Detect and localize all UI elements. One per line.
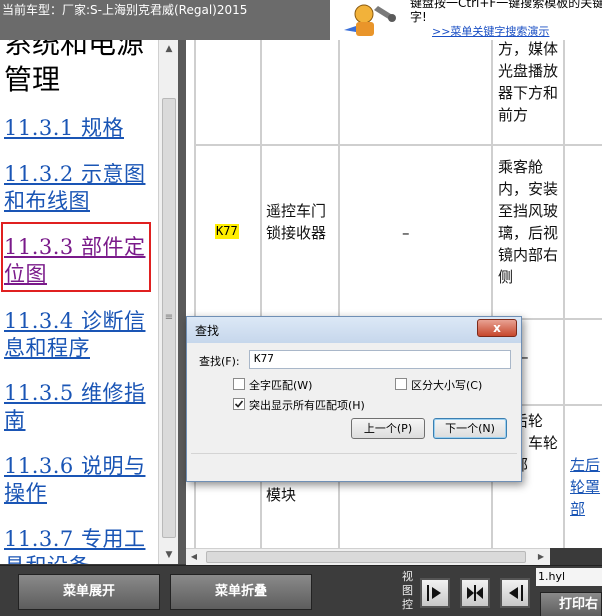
scroll-up-icon[interactable]: ▲: [159, 40, 179, 58]
highlight-all-label: 突出显示所有匹配项(H): [249, 399, 365, 412]
content-scrollbar-horizontal[interactable]: ◀ ▶: [186, 548, 550, 565]
search-demo-link[interactable]: >>菜单关键字搜索演示: [432, 23, 549, 39]
match-case-checkbox[interactable]: [395, 378, 407, 390]
search-tip-banner: 键盘按一Ctrl+F一键搜索模板的关键 字! >>菜单关键字搜索演示: [330, 0, 602, 40]
mascot-icon: [334, 0, 406, 40]
table-cell-link[interactable]: 左后轮罩部: [570, 454, 602, 520]
section-heading: 系统和电源管理: [4, 40, 145, 96]
find-dialog-title: 查找: [195, 324, 220, 338]
arrow-right-icon: [427, 585, 441, 601]
grip-icon: ≡: [164, 312, 174, 323]
find-previous-button[interactable]: 上一个(P): [351, 418, 425, 439]
pane-splitter[interactable]: [178, 40, 186, 564]
current-file-name: 1.hyl: [536, 568, 602, 586]
table-cell-location: 乘客舱内，安装至挡风玻璃，后视镜内部右侧: [498, 158, 559, 286]
view-expand-left-button[interactable]: [500, 578, 530, 608]
print-button[interactable]: 打印右: [540, 592, 602, 616]
find-label: 查找(F):: [199, 355, 240, 368]
nav-scrollbar[interactable]: ▲ ≡ ▼: [158, 40, 178, 564]
find-input[interactable]: K77: [249, 350, 511, 369]
nav-link-specifications[interactable]: 11.3.1 规格: [4, 115, 154, 142]
whole-word-label: 全字匹配(W): [249, 379, 313, 392]
nav-link-repair-guide[interactable]: 11.3.5 维修指南: [4, 380, 154, 434]
view-control-label: 视图控: [402, 570, 413, 611]
split-view-icon: [467, 585, 483, 601]
scroll-down-icon[interactable]: ▼: [159, 546, 179, 564]
arrow-left-icon: [509, 585, 523, 601]
bottom-toolbar: 菜单展开 菜单折叠 视图控 1.hyl 打印右: [0, 565, 602, 616]
nav-scrollbar-thumb[interactable]: ≡: [162, 98, 176, 538]
nav-link-special-tools[interactable]: 11.3.7 专用工具和设备: [4, 526, 154, 564]
active-item-highlight: [1, 222, 151, 292]
collapse-menu-button[interactable]: 菜单折叠: [170, 574, 312, 610]
view-split-button[interactable]: [460, 578, 490, 608]
table-cell-connector: –: [521, 348, 529, 366]
table-cell-connector: –: [402, 224, 410, 242]
nav-link-description-operation[interactable]: 11.3.6 说明与操作: [4, 453, 154, 507]
search-tip-text: 键盘按一Ctrl+F一键搜索模板的关键 字!: [410, 0, 602, 24]
search-match-highlight: K77: [215, 224, 239, 239]
highlight-all-checkbox[interactable]: [233, 398, 245, 410]
table-cell-component-name: 遥控车门锁接收器: [266, 202, 327, 242]
top-bar: 当前车型：厂家:S-上海别克君威(Regal)2015 键盘按一Ctrl+F一键…: [0, 0, 602, 40]
current-vehicle-label: 当前车型：厂家:S-上海别克君威(Regal)2015: [2, 3, 248, 17]
nav-link-schematics[interactable]: 11.3.2 示意图和布线图: [4, 161, 154, 215]
chapter-nav: 系统和电源管理 11.3.1 规格 11.3.2 示意图和布线图 11.3.3 …: [0, 40, 158, 564]
checkmark-icon: [234, 400, 244, 408]
find-dialog: 查找 x 查找(F): K77 全字匹配(W) 区分大小写(C) 突出显示所有匹…: [186, 316, 522, 482]
whole-word-checkbox[interactable]: [233, 378, 245, 390]
scroll-left-icon[interactable]: ◀: [186, 549, 202, 565]
expand-menu-button[interactable]: 菜单展开: [18, 574, 160, 610]
content-scrollbar-thumb[interactable]: [206, 551, 526, 563]
match-case-label: 区分大小写(C): [411, 379, 483, 392]
nav-link-diagnostics[interactable]: 11.3.4 诊断信息和程序: [4, 308, 154, 362]
find-next-button[interactable]: 下一个(N): [433, 418, 507, 439]
find-dialog-titlebar[interactable]: 查找 x: [187, 317, 521, 343]
view-expand-right-button[interactable]: [420, 578, 450, 608]
table-cell-component-name: 模块: [266, 486, 297, 504]
table-cell-location: 方，媒体光盘播放器下方和前方: [498, 40, 559, 124]
find-dialog-status-area: [191, 453, 517, 477]
close-icon[interactable]: x: [477, 319, 517, 337]
scroll-right-icon[interactable]: ▶: [533, 549, 549, 565]
